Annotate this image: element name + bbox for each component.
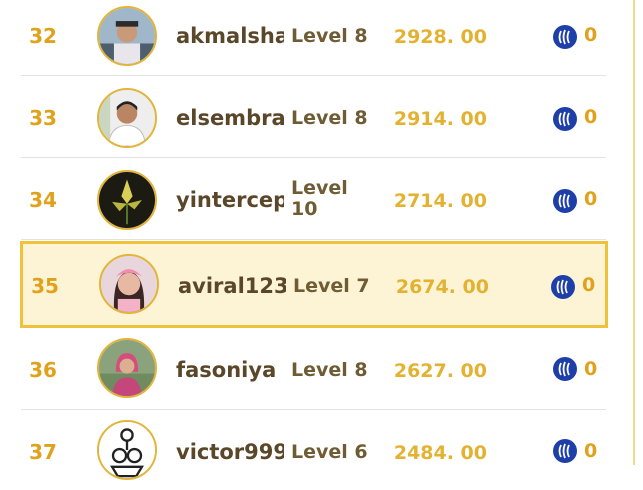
steem-icon: [553, 107, 577, 131]
user-level: Level 6: [291, 441, 368, 463]
reward-amount: 0: [582, 274, 596, 296]
avatar[interactable]: [97, 420, 157, 480]
steem-icon: [553, 439, 577, 463]
reward-amount: 0: [584, 440, 598, 462]
username[interactable]: yintercep: [176, 188, 284, 212]
avatar[interactable]: [97, 170, 157, 230]
rank-number: 36: [29, 358, 57, 382]
avatar[interactable]: [97, 88, 157, 148]
leaderboard-row[interactable]: 33 elsembra Level 8 2914. 00 0: [21, 78, 606, 158]
steem-icon: [553, 189, 577, 213]
leaderboard-row-current-user[interactable]: 35 aviral123 Level 7 2674. 00 0: [20, 241, 608, 328]
rank-number: 37: [29, 440, 57, 464]
username[interactable]: fasoniya: [176, 358, 284, 382]
avatar[interactable]: [97, 338, 157, 398]
leaderboard-row[interactable]: 37 victor999 Level 6 2484. 00 0: [21, 410, 606, 490]
leaderboard-row[interactable]: 36 fasoniya Level 8 2627. 00 0: [21, 330, 606, 410]
user-level: Level 10: [291, 177, 348, 220]
username[interactable]: akmalsha: [176, 24, 284, 48]
score: 2627. 00: [393, 360, 487, 382]
row-divider: [21, 239, 606, 240]
reward-amount: 0: [584, 188, 598, 210]
rank-number: 34: [29, 188, 57, 212]
row-divider: [21, 157, 606, 158]
avatar[interactable]: [97, 6, 157, 66]
user-level: Level 8: [291, 107, 368, 129]
leaderboard-row[interactable]: 32 akmalsha Level 8 2928. 00 0: [21, 0, 606, 76]
score: 2928. 00: [393, 26, 487, 48]
user-level: Level 8: [291, 359, 368, 381]
username[interactable]: aviral123: [178, 274, 286, 298]
leaderboard-row[interactable]: 34 yintercep Level 10 2714. 00 0: [21, 160, 606, 240]
rank-number: 33: [29, 106, 57, 130]
steem-icon: [553, 25, 577, 49]
steem-icon: [551, 275, 575, 299]
panel-edge: [633, 0, 635, 465]
score: 2714. 00: [393, 190, 487, 212]
avatar[interactable]: [99, 254, 159, 314]
reward-amount: 0: [584, 358, 598, 380]
username[interactable]: elsembra: [176, 106, 284, 130]
score: 2674. 00: [395, 276, 489, 298]
rank-number: 32: [29, 24, 57, 48]
row-divider: [21, 75, 606, 76]
reward-amount: 0: [584, 24, 598, 46]
score: 2914. 00: [393, 108, 487, 130]
reward-amount: 0: [584, 106, 598, 128]
username[interactable]: victor999: [176, 440, 284, 464]
user-level: Level 7: [293, 275, 370, 297]
rank-number: 35: [31, 274, 59, 298]
steem-icon: [553, 357, 577, 381]
user-level: Level 8: [291, 25, 368, 47]
score: 2484. 00: [393, 442, 487, 464]
